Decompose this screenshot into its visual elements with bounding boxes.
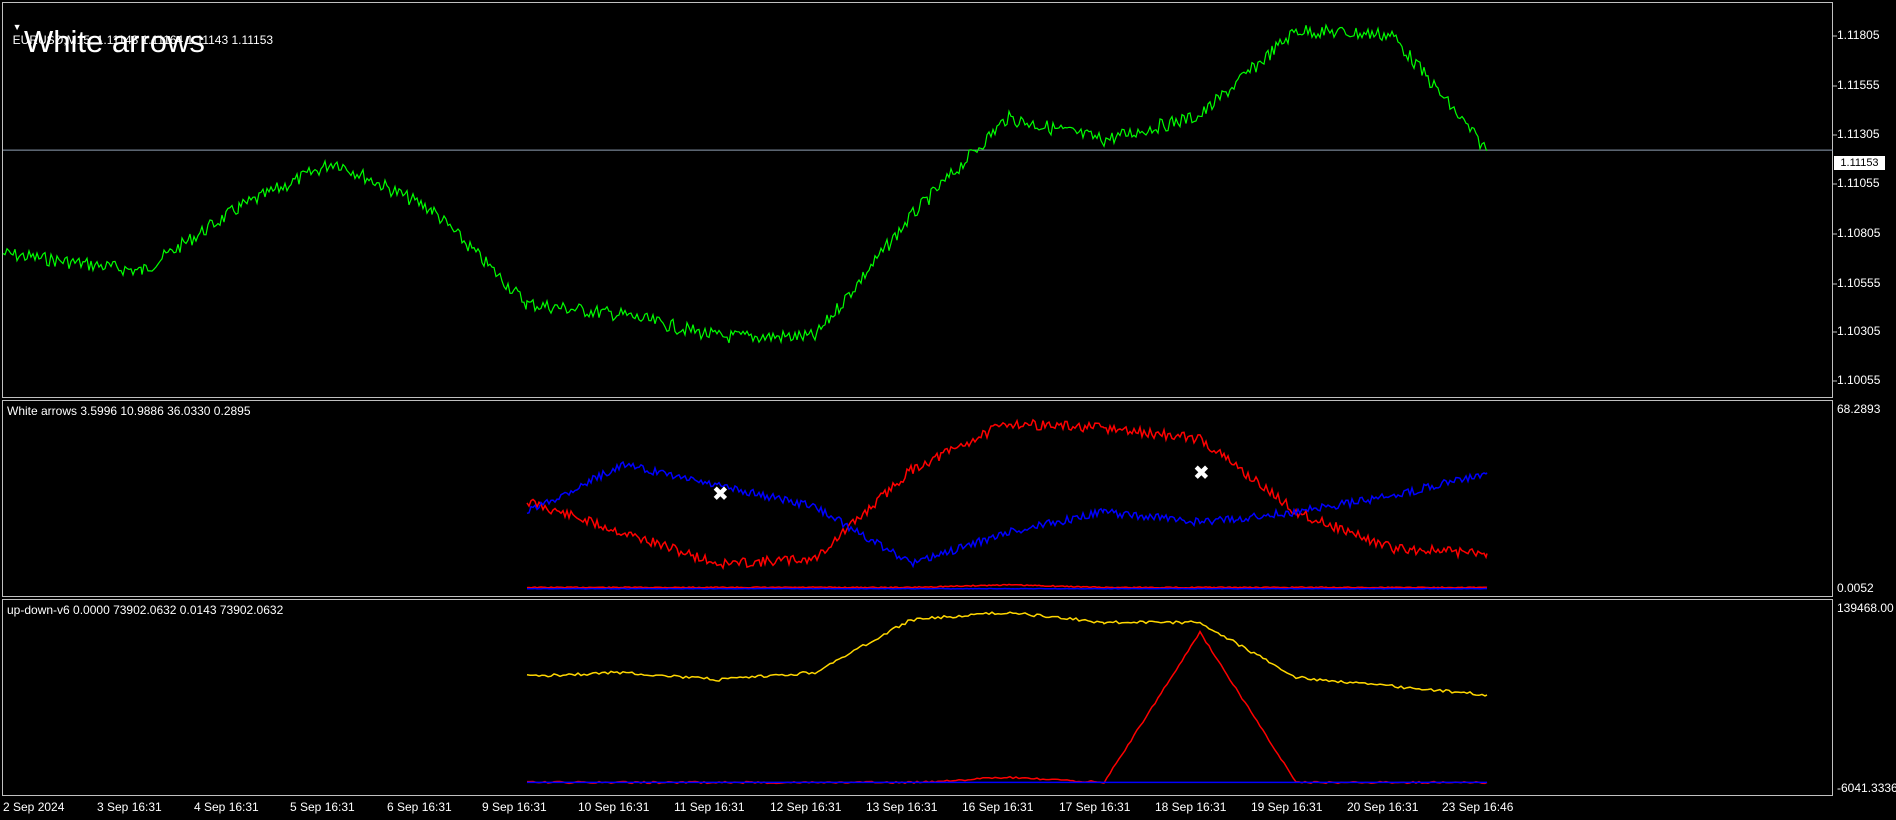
price-tick: 1.11555 bbox=[1837, 78, 1880, 92]
ind2-scale-bottom: -6041.3336 bbox=[1837, 781, 1896, 795]
ind2-series-yellow bbox=[526, 611, 1488, 697]
time-tick: 5 Sep 16:31 bbox=[290, 800, 355, 814]
time-tick: 12 Sep 16:31 bbox=[770, 800, 842, 814]
overlay-title: White arrows bbox=[24, 24, 205, 59]
ind1-series-blue-b bbox=[526, 587, 1488, 590]
plot-canvas: ✖✖ bbox=[2, 23, 1837, 785]
time-tick: 3 Sep 16:31 bbox=[97, 800, 162, 814]
price-tick: 1.10805 bbox=[1837, 226, 1881, 240]
price-line bbox=[2, 23, 1488, 345]
time-tick: 2 Sep 2024 bbox=[3, 800, 65, 814]
white-arrow-marker: ✖ bbox=[1193, 461, 1210, 485]
ind2-series-red bbox=[527, 630, 1488, 785]
price-tick: 1.11805 bbox=[1837, 28, 1880, 42]
time-tick: 11 Sep 16:31 bbox=[674, 800, 745, 814]
indicator2-label: up-down-v6 0.0000 73902.0632 0.0143 7390… bbox=[7, 603, 284, 617]
time-tick: 16 Sep 16:31 bbox=[962, 800, 1034, 814]
time-tick: 20 Sep 16:31 bbox=[1347, 800, 1419, 814]
time-tick: 19 Sep 16:31 bbox=[1251, 800, 1323, 814]
white-arrow-marker: ✖ bbox=[712, 482, 729, 506]
time-tick: 23 Sep 16:46 bbox=[1442, 800, 1514, 814]
price-tick: 1.10555 bbox=[1837, 276, 1881, 290]
ind1-series-red-a bbox=[526, 418, 1488, 571]
dropdown-triangle-icon[interactable]: ▼ bbox=[13, 22, 22, 32]
ind2-scale-top: 139468.00 bbox=[1837, 601, 1894, 615]
time-tick: 17 Sep 16:31 bbox=[1059, 800, 1131, 814]
time-tick: 4 Sep 16:31 bbox=[194, 800, 259, 814]
time-tick: 9 Sep 16:31 bbox=[482, 800, 547, 814]
time-tick: 6 Sep 16:31 bbox=[387, 800, 452, 814]
ind1-scale-bottom: 0.0052 bbox=[1837, 581, 1874, 595]
indicator1-label: White arrows 3.5996 10.9886 36.0330 0.28… bbox=[7, 404, 251, 418]
current-price-tag: 1.11153 bbox=[1834, 156, 1885, 170]
time-tick: 18 Sep 16:31 bbox=[1155, 800, 1227, 814]
price-tick: 1.10055 bbox=[1837, 373, 1881, 387]
time-tick: 13 Sep 16:31 bbox=[866, 800, 938, 814]
price-tick: 1.10305 bbox=[1837, 324, 1881, 338]
time-tick: 10 Sep 16:31 bbox=[578, 800, 650, 814]
ind1-series-blue-a bbox=[526, 460, 1488, 569]
ind1-series-red-b bbox=[526, 583, 1488, 589]
price-tick: 1.11305 bbox=[1837, 127, 1880, 141]
ind1-scale-top: 68.2893 bbox=[1837, 402, 1881, 416]
price-tick: 1.11055 bbox=[1837, 176, 1880, 190]
